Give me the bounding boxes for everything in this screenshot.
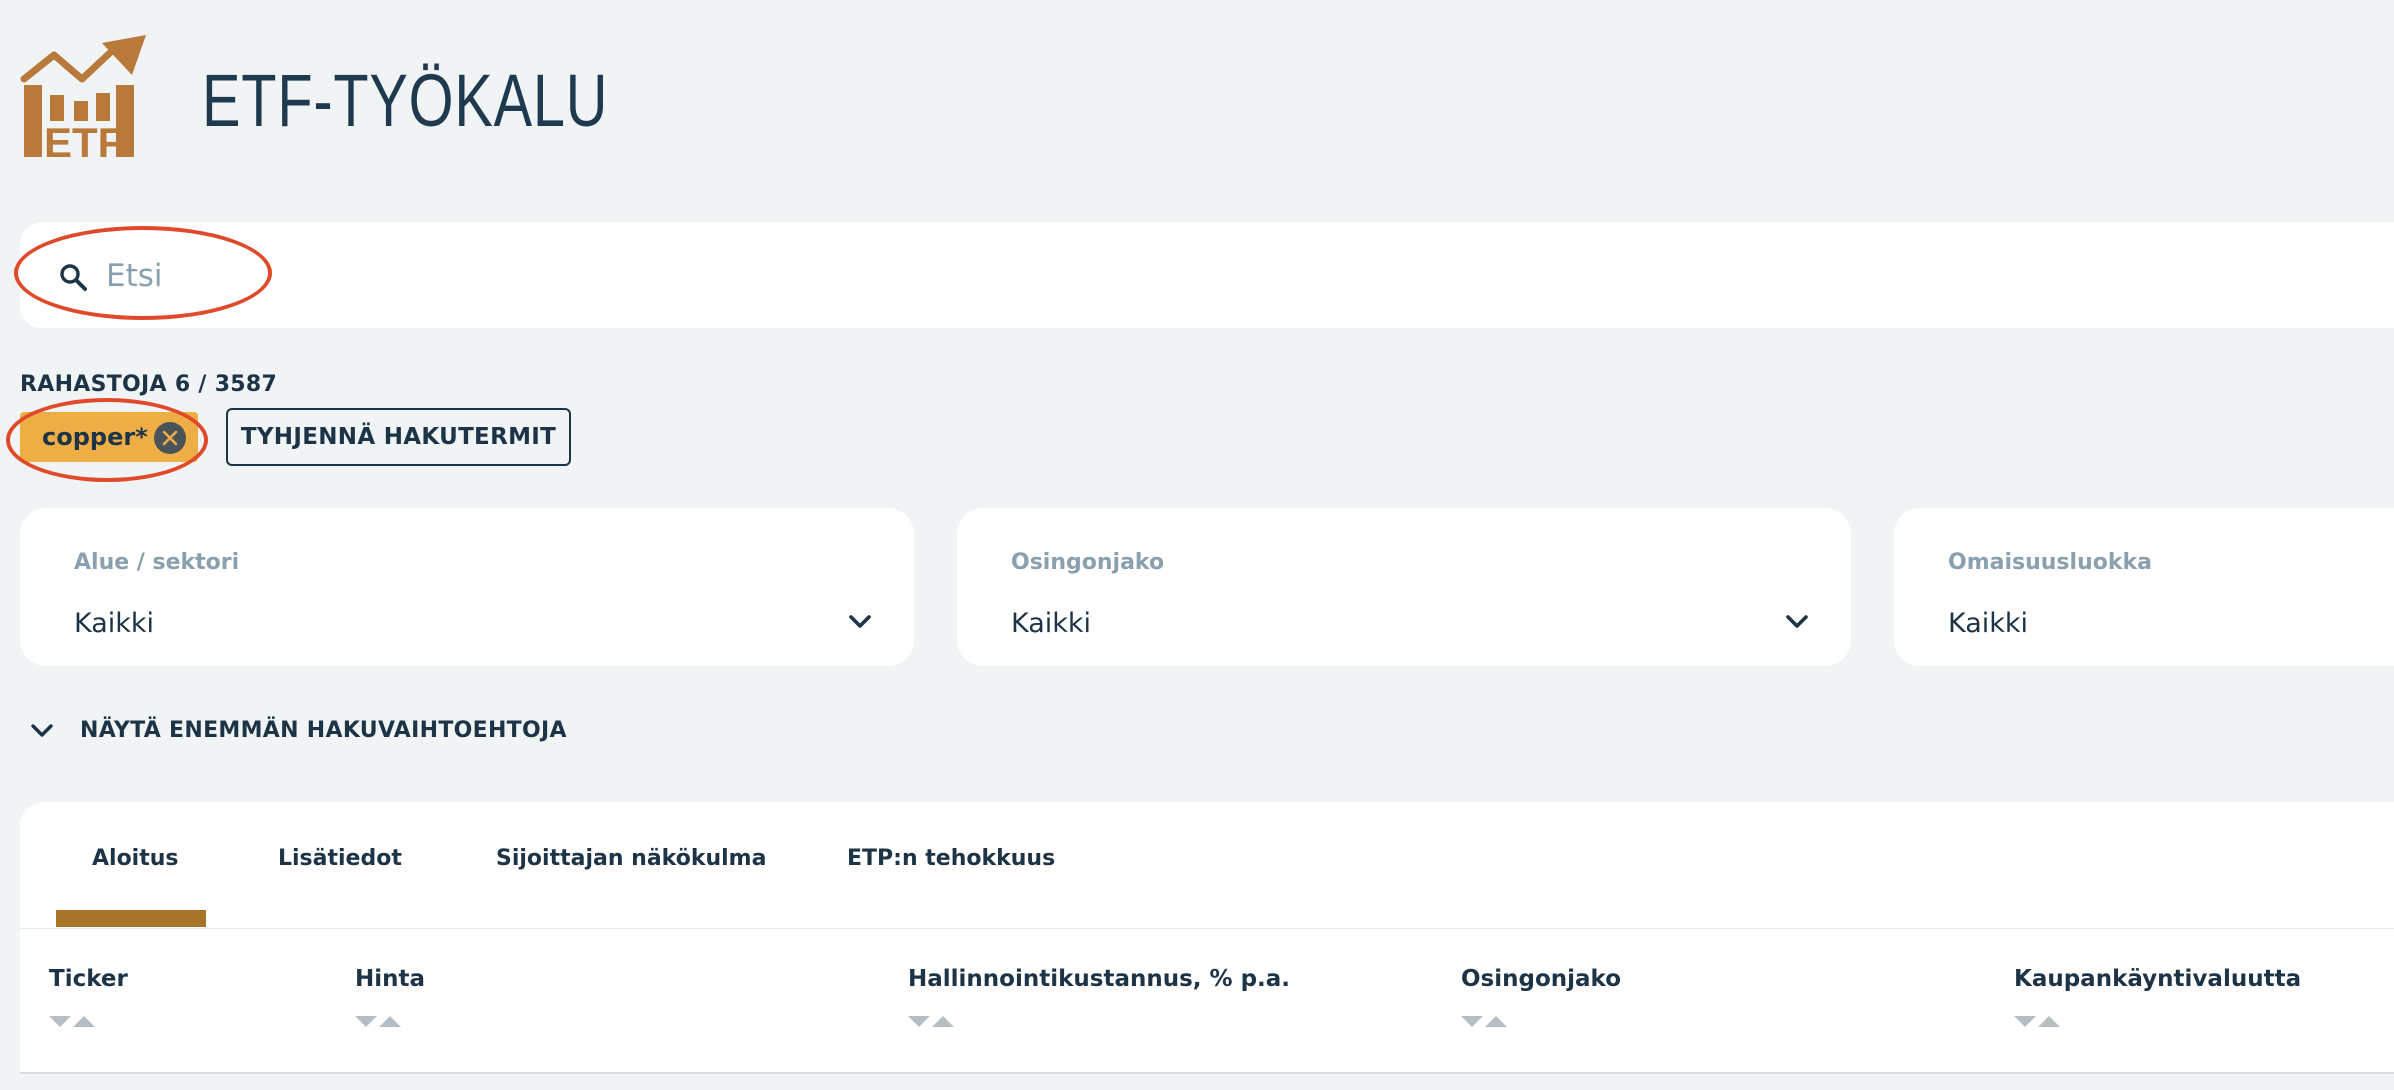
- tab-aloitus[interactable]: Aloitus: [92, 846, 179, 902]
- column-header-management-fee[interactable]: Hallinnointikustannus, % p.a.: [908, 966, 1290, 992]
- app-title: ETF-TYÖKALU: [202, 59, 609, 142]
- close-circle-icon[interactable]: [154, 422, 186, 454]
- more-options-label: NÄYTÄ ENEMMÄN HAKUVAIHTOEHTOJA: [80, 718, 567, 743]
- more-search-options-toggle[interactable]: NÄYTÄ ENEMMÄN HAKUVAIHTOEHTOJA: [30, 718, 567, 743]
- etf-growth-chart-logo-icon[interactable]: ETF: [20, 35, 150, 159]
- filter-asset-class[interactable]: Omaisuusluokka Kaikki: [1894, 508, 2394, 666]
- active-filter-chip[interactable]: copper*: [20, 412, 198, 462]
- filter-value: Kaikki: [74, 608, 155, 639]
- sort-arrows-icon[interactable]: [908, 1014, 954, 1028]
- filter-value: Kaikki: [1011, 608, 1092, 639]
- header: ETF: [20, 32, 150, 162]
- tabs-divider: [20, 928, 2394, 929]
- filter-value: Kaikki: [1948, 608, 2029, 639]
- results-count: RAHASTOJA 6 / 3587: [20, 372, 278, 397]
- sort-arrows-icon[interactable]: [49, 1014, 95, 1028]
- filter-label: Omaisuusluokka: [1948, 550, 2152, 575]
- search-icon: [60, 264, 87, 291]
- column-header-ticker[interactable]: Ticker: [49, 966, 128, 992]
- active-tab-indicator: [56, 910, 206, 927]
- column-header-dividend[interactable]: Osingonjako: [1461, 966, 1621, 992]
- search-input[interactable]: [104, 248, 904, 304]
- chevron-down-icon[interactable]: [1785, 614, 1809, 630]
- sort-arrows-icon[interactable]: [1461, 1014, 1507, 1028]
- tab-etp-tehokkuus[interactable]: ETP:n tehokkuus: [847, 846, 1055, 902]
- clear-search-terms-button[interactable]: TYHJENNÄ HAKUTERMIT: [226, 408, 571, 466]
- chevron-down-icon[interactable]: [848, 614, 872, 630]
- column-header-trading-currency[interactable]: Kaupankäyntivaluutta: [2014, 966, 2301, 992]
- tab-sijoittajan-nakokulma[interactable]: Sijoittajan näkökulma: [496, 846, 766, 902]
- chip-label: copper*: [42, 423, 148, 451]
- filter-label: Alue / sektori: [74, 550, 240, 575]
- sort-arrows-icon[interactable]: [2014, 1014, 2060, 1028]
- filter-region-sector[interactable]: Alue / sektori Kaikki: [20, 508, 914, 666]
- filter-dividend[interactable]: Osingonjako Kaikki: [957, 508, 1851, 666]
- sort-arrows-icon[interactable]: [355, 1014, 401, 1028]
- tab-lisatiedot[interactable]: Lisätiedot: [278, 846, 402, 902]
- filter-label: Osingonjako: [1011, 550, 1165, 575]
- search-bar[interactable]: [20, 222, 2394, 328]
- column-header-price[interactable]: Hinta: [355, 966, 425, 992]
- chevron-down-icon: [31, 723, 53, 737]
- results-table: Aloitus Lisätiedot Sijoittajan näkökulma…: [20, 802, 2394, 1074]
- logo-text: ETF: [44, 119, 123, 159]
